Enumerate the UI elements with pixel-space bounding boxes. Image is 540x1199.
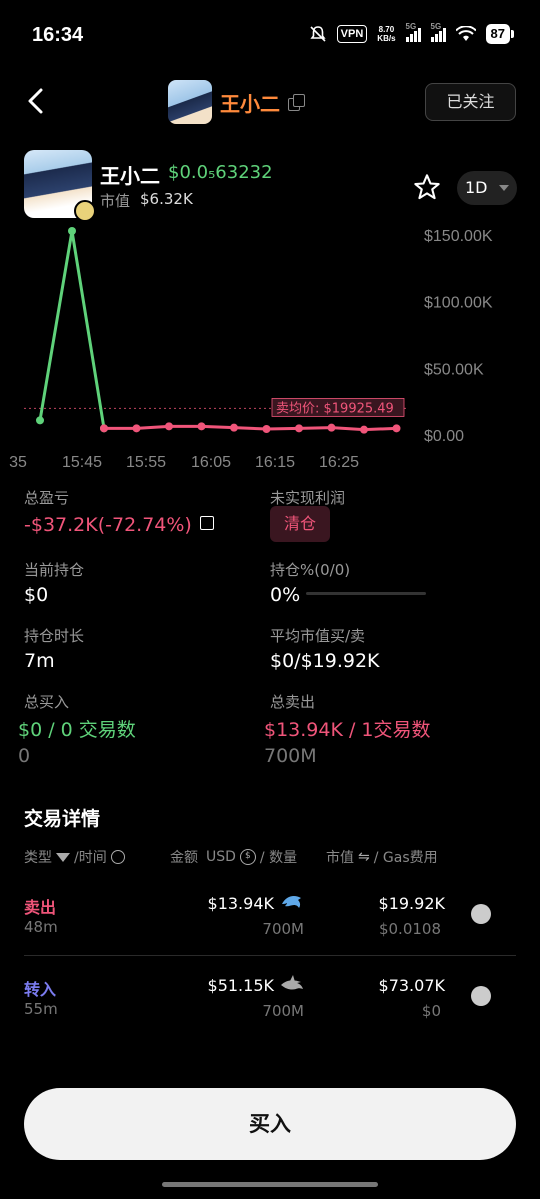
back-arrow-icon[interactable]: [22, 86, 52, 116]
trade-mc: $73.07K: [378, 976, 445, 995]
external-link-icon[interactable]: [200, 516, 214, 530]
col-mc-header[interactable]: 市值 ⇋ / Gas费用: [326, 847, 438, 867]
clear-position-button[interactable]: 清仓: [270, 506, 330, 542]
divider: [24, 955, 516, 956]
star-icon[interactable]: [413, 173, 441, 201]
trade-row[interactable]: 卖出 48m $13.94K 700M $19.92K $0.0108: [0, 880, 540, 960]
dolphin-icon: [282, 896, 301, 908]
total-buy-value: $0 / 0 交易数: [18, 719, 136, 741]
sell-point: [327, 423, 336, 432]
header-token[interactable]: 王小二: [168, 80, 305, 124]
timeframe-select[interactable]: 1D: [457, 171, 517, 205]
battery-indicator: 87: [485, 24, 515, 44]
wifi-icon: [455, 26, 476, 41]
total-pnl-label: 总盈亏: [24, 489, 70, 507]
holding-pct-value: 0%: [270, 584, 301, 606]
y-tick-label: $150.00K: [424, 228, 493, 245]
net-speed: 8.70 KB/s: [377, 25, 396, 43]
sell-point: [132, 424, 141, 433]
col-type-header[interactable]: 类型 /时间: [24, 847, 125, 867]
verified-badge-icon: [74, 200, 96, 222]
trade-chart-icon[interactable]: [471, 904, 491, 924]
x-tick-label: 15:45: [62, 454, 102, 471]
buy-button[interactable]: 买入: [24, 1088, 516, 1160]
sell-point: [295, 424, 303, 433]
sell-point: [100, 424, 108, 433]
signal-icon: 5G: [405, 22, 421, 42]
trade-type: 卖出: [24, 898, 57, 917]
buy-series-line: [38, 229, 106, 429]
token-price: $0.0₅63232: [168, 162, 273, 183]
clock-icon[interactable]: [110, 850, 125, 864]
duration-value: 7m: [24, 650, 55, 672]
x-tick-label: 16:05: [191, 454, 231, 471]
trades-title: 交易详情: [24, 808, 101, 830]
token-name: 王小二: [100, 164, 160, 188]
avg-mc-value: $0/$19.92K: [270, 650, 380, 672]
total-pnl-value: -$37.2K(-72.74%): [24, 514, 192, 536]
header-title: 王小二: [220, 91, 280, 116]
trade-age: 48m: [24, 918, 58, 936]
trade-amount: $13.94K: [207, 894, 274, 913]
follow-button[interactable]: 已关注: [425, 83, 516, 121]
x-tick-label: 15:55: [126, 454, 166, 471]
trade-chart-icon[interactable]: [471, 986, 491, 1006]
trade-amount: $51.15K: [207, 976, 274, 995]
buy-point: [68, 227, 76, 235]
holding-pct-label: 持仓%(0/0): [270, 561, 351, 579]
trade-qty: 700M: [262, 1002, 304, 1020]
shark-icon: [281, 975, 303, 990]
sell-point: [197, 422, 206, 431]
unrealized-label: 未实现利润: [270, 489, 346, 507]
status-bar: 16:34 VPN 8.70 KB/s 5G 5G 87: [0, 0, 540, 70]
sell-point: [262, 425, 271, 433]
total-buy-qty: 0: [18, 745, 31, 767]
col-amount-header[interactable]: 金额 USD $ / 数量: [170, 847, 297, 867]
holding-value: $0: [24, 584, 49, 606]
trade-gas: $0: [421, 1002, 441, 1020]
chevron-down-icon: [499, 185, 509, 191]
total-sell-label: 总卖出: [270, 693, 316, 711]
vpn-indicator: VPN: [336, 25, 368, 43]
holding-progress-bar: [306, 592, 426, 595]
sell-series-line: [104, 424, 397, 432]
trade-age: 55m: [24, 1000, 58, 1018]
y-tick-label: $100.00K: [424, 295, 493, 312]
status-time: 16:34: [32, 24, 84, 46]
status-icons: VPN 8.70 KB/s 5G 5G 87: [309, 22, 515, 44]
currency-icon[interactable]: $: [239, 849, 256, 865]
filter-icon[interactable]: [56, 852, 70, 862]
avg-sell-label: 卖均价: $19925.49: [276, 401, 394, 416]
total-sell-value: $13.94K / 1交易数: [264, 719, 431, 741]
duration-label: 持仓时长: [24, 627, 85, 645]
sell-point: [392, 424, 401, 433]
market-cap-label: 市值: [100, 192, 131, 210]
sell-point: [165, 422, 173, 431]
trade-type: 转入: [24, 980, 57, 999]
home-indicator[interactable]: [162, 1182, 378, 1187]
total-sell-qty: 700M: [264, 745, 317, 767]
total-buy-label: 总买入: [24, 693, 70, 711]
x-tick-label: 35: [9, 454, 27, 471]
token-avatar-small: [168, 80, 212, 124]
trade-qty: 700M: [262, 920, 304, 938]
y-tick-label: $0.00: [424, 428, 464, 445]
x-tick-label: 16:15: [255, 454, 295, 471]
trade-gas: $0.0108: [378, 920, 441, 938]
swap-icon[interactable]: ⇋: [358, 849, 370, 865]
avg-mc-label: 平均市值买/卖: [270, 627, 366, 645]
y-tick-label: $50.00K: [424, 361, 484, 378]
trade-row[interactable]: 转入 55m $51.15K 700M $73.07K $0: [0, 962, 540, 1042]
price-chart[interactable]: $150.00K $100.00K $50.00K $0.00 35 15:45 15:55…: [0, 225, 540, 475]
mute-icon: [310, 26, 326, 42]
x-tick-label: 16:25: [319, 454, 359, 471]
buy-point: [36, 416, 44, 425]
market-cap-value: $6.32K: [140, 190, 193, 208]
trade-mc: $19.92K: [378, 894, 445, 913]
signal-icon-2: 5G: [430, 22, 446, 42]
sell-point: [360, 425, 368, 434]
holding-label: 当前持仓: [24, 561, 85, 579]
copy-icon[interactable]: [288, 94, 305, 111]
sell-point: [230, 423, 238, 432]
